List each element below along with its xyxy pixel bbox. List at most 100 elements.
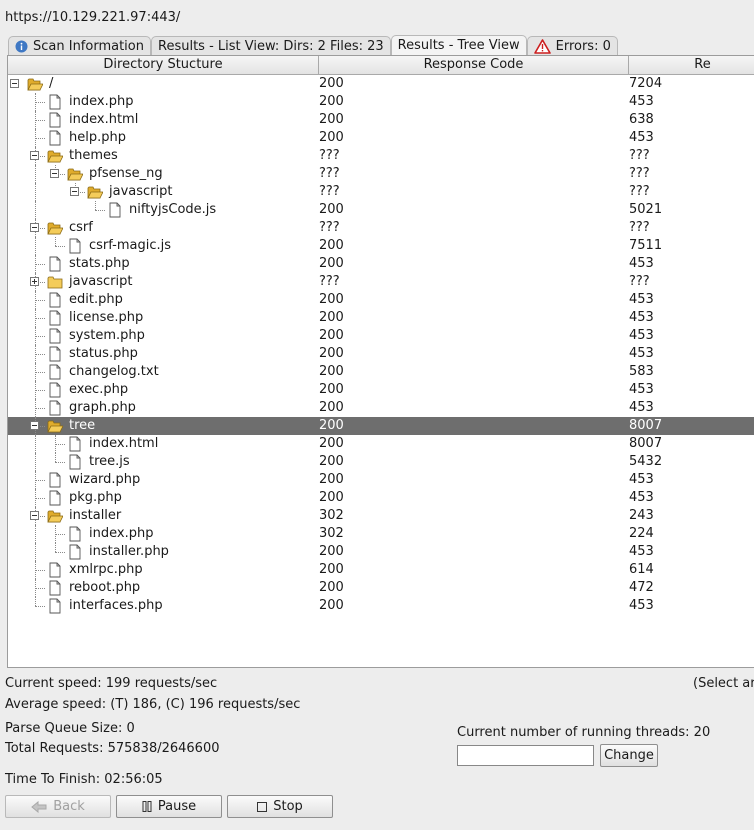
tree-guide-line — [35, 390, 45, 391]
collapse-toggle-icon[interactable] — [30, 421, 39, 430]
tree-file-row[interactable]: index.html 200 638 — [8, 111, 754, 129]
response-code-cell: 200 — [319, 562, 344, 577]
time-to-finish: Time To Finish: 02:56:05 — [5, 772, 163, 787]
tree-folder-row[interactable]: pfsense_ng?????? — [8, 165, 754, 183]
tree-file-row[interactable]: status.php 200 453 — [8, 345, 754, 363]
tree-guide-line — [35, 165, 36, 183]
tree-file-row[interactable]: license.php 200 453 — [8, 309, 754, 327]
collapse-toggle-icon[interactable] — [30, 511, 39, 520]
tree-folder-row[interactable]: / 200 7204 — [8, 75, 754, 93]
file-icon — [47, 562, 63, 578]
tree-file-row[interactable]: index.php 302 224 — [8, 525, 754, 543]
tree-file-row[interactable]: csrf-magic.js 200 7511 — [8, 237, 754, 255]
tree-file-row[interactable]: interfaces.php 200 453 — [8, 597, 754, 615]
tree-item-name: javascript — [109, 184, 173, 199]
back-button[interactable]: Back — [5, 795, 111, 818]
tree-folder-row[interactable]: csrf?????? — [8, 219, 754, 237]
response-size-cell: 5432 — [629, 454, 663, 469]
tree-guide-line — [35, 120, 45, 121]
parse-queue-size: Parse Queue Size: 0 — [5, 721, 135, 736]
tree-folder-row[interactable]: javascript?????? — [8, 273, 754, 291]
tree-file-row[interactable]: index.html 200 8007 — [8, 435, 754, 453]
target-url: https://10.129.221.97:443/ — [5, 10, 181, 25]
response-code-cell: 200 — [319, 580, 344, 595]
tree-file-row[interactable]: help.php 200 453 — [8, 129, 754, 147]
tree-file-row[interactable]: stats.php 200 453 — [8, 255, 754, 273]
folder-open-icon — [47, 508, 64, 524]
tree-file-row[interactable]: changelog.txt 200 583 — [8, 363, 754, 381]
file-icon — [67, 436, 83, 452]
tree-file-row[interactable]: niftyjsCode.js 200 5021 — [8, 201, 754, 219]
tree-file-row[interactable]: tree.js 200 5432 — [8, 453, 754, 471]
tree-guide-line — [55, 462, 65, 463]
tree-file-row[interactable]: exec.php 200 453 — [8, 381, 754, 399]
response-code-cell: 302 — [319, 526, 344, 541]
tab-errors[interactable]: Errors: 0 — [526, 36, 618, 55]
response-code-cell: ??? — [319, 274, 340, 289]
collapse-toggle-icon[interactable] — [30, 151, 39, 160]
response-size-cell: 453 — [629, 544, 654, 559]
collapse-toggle-icon[interactable] — [50, 169, 59, 178]
tree-guide-line — [35, 372, 45, 373]
column-header-response-size[interactable]: Re — [629, 56, 754, 74]
tree-item-name: exec.php — [69, 382, 129, 397]
tree-file-row[interactable]: reboot.php 200 472 — [8, 579, 754, 597]
file-icon — [47, 472, 63, 488]
collapse-toggle-icon[interactable] — [30, 223, 39, 232]
tree-file-row[interactable]: pkg.php 200 453 — [8, 489, 754, 507]
tree-guide-line — [55, 246, 65, 247]
tab-scan-information[interactable]: Scan Information — [8, 36, 151, 55]
tree-item-name: tree — [69, 418, 96, 433]
tree-file-row[interactable]: graph.php 200 453 — [8, 399, 754, 417]
folder-open-icon — [47, 220, 64, 236]
response-size-cell: 7204 — [629, 76, 663, 91]
tree-guide-line — [35, 435, 36, 453]
directory-tree-table[interactable]: Directory Stucture Response Code Re / 200… — [7, 55, 754, 668]
tree-folder-row[interactable]: javascript?????? — [8, 183, 754, 201]
select-hint: (Select ar — [693, 676, 754, 691]
response-code-cell: ??? — [319, 220, 340, 235]
stop-button[interactable]: Stop — [227, 795, 333, 818]
collapse-toggle-icon[interactable] — [10, 79, 19, 88]
file-icon — [47, 598, 63, 614]
tree-file-row[interactable]: index.php 200 453 — [8, 93, 754, 111]
tree-guide-line — [55, 237, 56, 246]
response-size-cell: ??? — [629, 274, 650, 289]
file-icon — [47, 490, 63, 506]
response-size-cell: 453 — [629, 256, 654, 271]
table-header: Directory Stucture Response Code Re — [8, 56, 754, 75]
tab-results-tree-view[interactable]: Results - Tree View — [390, 35, 527, 55]
tree-folder-row[interactable]: themes?????? — [8, 147, 754, 165]
response-code-cell: 200 — [319, 400, 344, 415]
response-code-cell: 200 — [319, 112, 344, 127]
expand-toggle-icon[interactable] — [30, 277, 39, 286]
warning-icon — [533, 38, 551, 54]
response-size-cell: 453 — [629, 328, 654, 343]
response-code-cell: 200 — [319, 436, 344, 451]
tree-file-row[interactable]: edit.php 200 453 — [8, 291, 754, 309]
response-size-cell: 5021 — [629, 202, 663, 217]
column-header-directory[interactable]: Directory Stucture — [8, 56, 319, 74]
threads-input[interactable] — [457, 745, 594, 766]
file-icon — [47, 292, 63, 308]
tree-guide-line — [95, 210, 105, 211]
column-header-response-code[interactable]: Response Code — [319, 56, 629, 74]
folder-open-icon — [67, 166, 84, 182]
pause-button[interactable]: Pause — [116, 795, 222, 818]
response-code-cell: 200 — [319, 94, 344, 109]
change-button[interactable]: Change — [600, 744, 658, 767]
tree-folder-row[interactable]: installer 302 243 — [8, 507, 754, 525]
tree-file-row[interactable]: xmlrpc.php 200 614 — [8, 561, 754, 579]
tree-file-row[interactable]: wizard.php 200 453 — [8, 471, 754, 489]
tree-item-name: themes — [69, 148, 118, 163]
file-icon — [47, 94, 63, 110]
tree-folder-row[interactable]: tree 200 8007 — [8, 417, 754, 435]
file-icon — [107, 202, 123, 218]
tree-file-row[interactable]: system.php 200 453 — [8, 327, 754, 345]
tab-bar: Scan Information Results - List View: Di… — [8, 35, 618, 55]
collapse-toggle-icon[interactable] — [70, 187, 79, 196]
tree-file-row[interactable]: installer.php 200 453 — [8, 543, 754, 561]
current-speed: Current speed: 199 requests/sec — [5, 676, 218, 691]
tab-results-list-view[interactable]: Results - List View: Dirs: 2 Files: 23 — [151, 36, 391, 55]
file-icon — [47, 112, 63, 128]
